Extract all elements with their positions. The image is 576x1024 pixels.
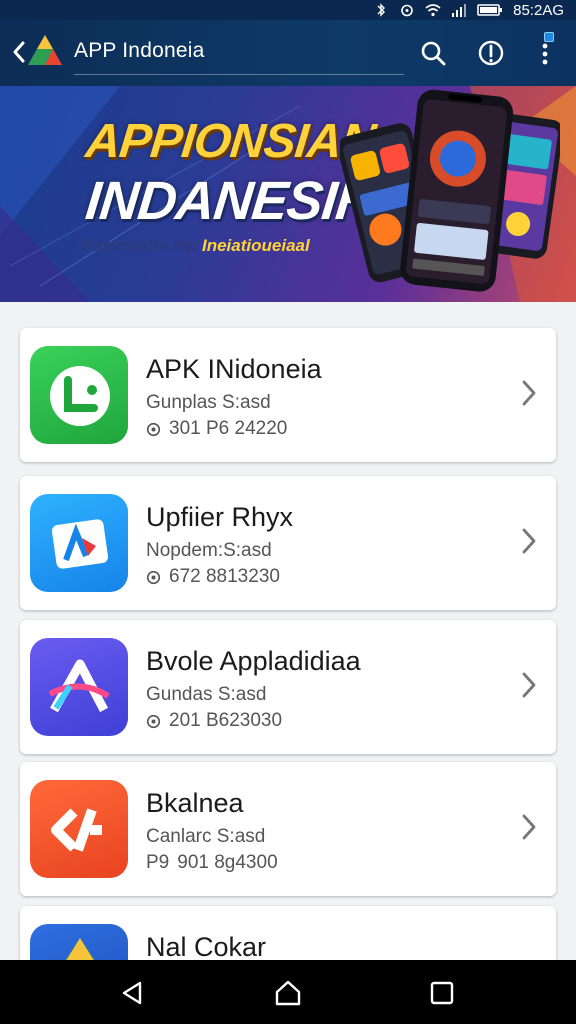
app-meta-prefix: P9	[146, 852, 170, 873]
nav-recent-apps-icon[interactable]	[427, 978, 457, 1008]
battery-icon	[477, 4, 503, 16]
app-meta: P9 901 8g4300	[146, 852, 278, 874]
signal-icon	[452, 4, 467, 17]
wifi-icon	[425, 4, 441, 17]
notification-badge	[544, 32, 554, 42]
chevron-right-icon	[522, 380, 536, 406]
chevron-right-icon	[522, 814, 536, 840]
nav-home-icon[interactable]	[273, 978, 303, 1008]
list-item[interactable]: Bvole Appladidiaa Gundas S:asd 201 B6230…	[20, 620, 556, 754]
list-item[interactable]: Upfiier Rhyx Nopdem:S:asd 672 8813230	[20, 476, 556, 610]
clock-icon	[146, 422, 161, 436]
code-app-icon	[30, 780, 128, 878]
clock-icon	[146, 714, 161, 728]
app-logo-icon	[28, 35, 62, 65]
app-meta: 672 8813230	[146, 566, 280, 588]
promo-banner[interactable]: APPIONSIAN INDANESIH Paetneatin lsp Inei…	[0, 86, 576, 302]
app-meta-value: 201 B623030	[169, 710, 283, 731]
chevron-right-icon	[522, 528, 536, 554]
banner-subtitle-part1: Paetneatin lsp	[82, 236, 198, 255]
app-meta: 301 P6 24220	[146, 418, 287, 440]
app-subtitle: Gundas S:asd	[146, 684, 267, 705]
clock-icon	[146, 570, 161, 584]
chevron-right-icon	[522, 672, 536, 698]
status-icons: 85:2AG	[373, 0, 564, 20]
banner-subtitle-part2: Ineiatioueiaal	[202, 236, 310, 255]
search-icon[interactable]	[416, 36, 450, 70]
phones-illustration	[340, 89, 560, 292]
status-bar: 85:2AG	[0, 0, 576, 20]
phone-app-icon	[30, 346, 128, 444]
page-title: APP Indoneia	[74, 39, 205, 62]
app-name: Bkalnea	[146, 788, 244, 818]
bluetooth-icon	[377, 3, 386, 17]
app-name: Bvole Appladidiaa	[146, 646, 361, 676]
app-meta: 201 B623030	[146, 710, 282, 732]
list-item[interactable]: APK INidoneia Gunplas S:asd 301 P6 24220	[20, 328, 556, 462]
info-icon[interactable]	[474, 36, 508, 70]
app-meta-value: 301 P6 24220	[169, 418, 288, 439]
banner-headline-1: APPIONSIAN	[83, 115, 378, 168]
app-meta-value: 901 8g4300	[177, 852, 278, 873]
app-subtitle: Gunplas S:asd	[146, 392, 271, 413]
banner-subtitle: Paetneatin lsp Ineiatioueiaal	[82, 236, 310, 256]
back-arrow-icon[interactable]	[12, 40, 26, 64]
app-subtitle: Nopdem:S:asd	[146, 540, 272, 561]
system-nav-bar	[0, 960, 576, 1024]
a-letter-app-icon	[30, 638, 128, 736]
list-item[interactable]: Bkalnea Canlarc S:asd P9 901 8g4300	[20, 762, 556, 896]
app-meta-value: 672 8813230	[169, 566, 280, 587]
nav-back-icon[interactable]	[118, 978, 148, 1008]
banner-headline-2: INDANESIH	[82, 171, 378, 231]
app-name: APK INidoneia	[146, 354, 322, 384]
status-time: 85:2AG	[513, 1, 564, 19]
folder-app-icon	[30, 494, 128, 592]
app-bar: APP Indoneia	[0, 20, 576, 86]
app-name: Upfiier Rhyx	[146, 502, 294, 532]
alarm-icon	[401, 4, 413, 17]
app-name: Nal Cokar	[146, 932, 267, 962]
title-underline	[74, 74, 404, 75]
app-subtitle: Canlarc S:asd	[146, 826, 266, 847]
